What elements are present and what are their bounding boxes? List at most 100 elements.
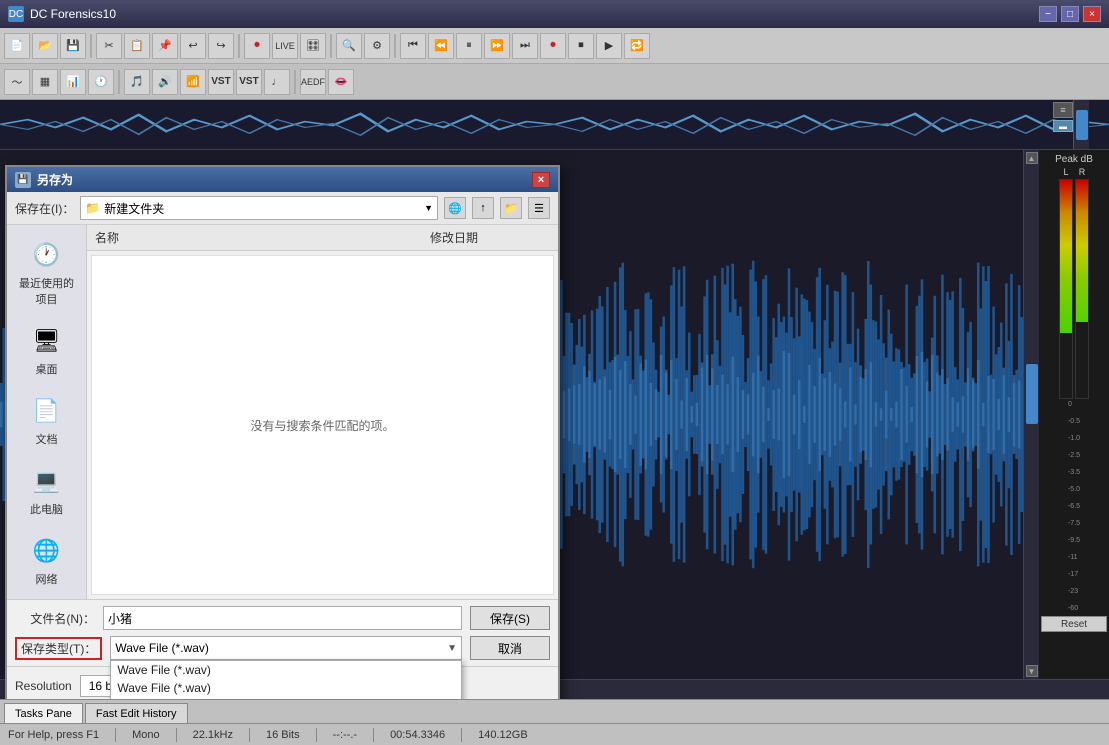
waveform-vscrollbar[interactable]: ▲ ▼ — [1023, 150, 1039, 679]
vu-m95db: -9.5 — [1068, 537, 1080, 544]
cancel-button[interactable]: 取消 — [470, 636, 550, 660]
close-button[interactable]: × — [1083, 6, 1101, 22]
computer-icon: 💻 — [29, 463, 65, 499]
spectrum-btn[interactable]: ▦ — [32, 69, 58, 95]
vu-m65db: -6.5 — [1068, 503, 1080, 510]
waveform-overview: ≡ ▬ — [0, 100, 1109, 150]
waveform-mini-btn[interactable]: ▬ — [1053, 120, 1073, 132]
reset-button[interactable]: Reset — [1041, 616, 1107, 632]
up-btn[interactable]: ↑ — [472, 197, 494, 219]
file-size-text: 140.12GB — [478, 729, 528, 741]
nav-desktop-label: 桌面 — [36, 361, 58, 377]
zoom-in-btn[interactable]: 🔍 — [336, 33, 362, 59]
title-bar: DC DC Forensics10 − □ × — [0, 0, 1109, 28]
filetype-option-1[interactable]: Wave File (*.wav) — [111, 679, 461, 697]
rewind-btn[interactable]: ⏪ — [428, 33, 454, 59]
nav-network-label: 网络 — [36, 571, 58, 587]
filename-input[interactable] — [103, 606, 462, 630]
tab-fast-edit[interactable]: Fast Edit History — [85, 703, 188, 723]
redo-btn[interactable]: ↪ — [208, 33, 234, 59]
midi-btn[interactable]: ♩ — [264, 69, 290, 95]
sep-4 — [394, 34, 396, 58]
vu-r-label: R — [1075, 167, 1089, 177]
filetype-dropdown[interactable]: Wave File (*.wav) ▼ Wave File (*.wav) Wa… — [110, 636, 462, 660]
play-btn[interactable]: ▶ — [596, 33, 622, 59]
overview-thumb — [1076, 110, 1088, 140]
filetype-option-0[interactable]: Wave File (*.wav) — [111, 661, 461, 679]
col-date: 修改日期 — [430, 229, 550, 246]
maximize-button[interactable]: □ — [1061, 6, 1079, 22]
paste-btn[interactable]: 📌 — [152, 33, 178, 59]
filetype-combo[interactable]: Wave File (*.wav) ▼ — [110, 636, 462, 660]
scroll-down-btn[interactable]: ▼ — [1026, 665, 1038, 677]
skip-end-btn[interactable]: ⏭ — [512, 33, 538, 59]
minimize-button[interactable]: − — [1039, 6, 1057, 22]
effects-btn[interactable]: 🎛 — [300, 33, 326, 59]
clock-btn[interactable]: 🕐 — [88, 69, 114, 95]
eq-btn[interactable]: 📊 — [60, 69, 86, 95]
vu-bar-right — [1075, 179, 1089, 399]
open-btn[interactable]: 📂 — [32, 33, 58, 59]
undo-btn[interactable]: ↩ — [180, 33, 206, 59]
location-arrow: ▼ — [424, 203, 433, 213]
vu-0db: 0 — [1068, 401, 1080, 408]
nav-computer-label: 此电脑 — [30, 501, 63, 517]
lips-btn[interactable]: 👄 — [328, 69, 354, 95]
nav-docs[interactable]: 📄 文档 — [13, 389, 81, 451]
status-sep-1 — [115, 728, 116, 742]
vu-lr-labels: L R — [1059, 167, 1089, 177]
stop-btn[interactable]: ⏹ — [568, 33, 594, 59]
status-sep-2 — [176, 728, 177, 742]
vu-bar-left — [1059, 179, 1073, 399]
save-toolbar-btn[interactable]: 💾 — [60, 33, 86, 59]
filetype-row: 保存类型(T)： Wave File (*.wav) ▼ Wave File (… — [15, 636, 550, 660]
duration-text: 00:54.3346 — [390, 729, 445, 741]
vu-scale: 0 -0.5 -1.0 -2.5 -3.5 -5.0 -6.5 -7.5 -9.… — [1068, 401, 1080, 612]
filetype-arrow-icon: ▼ — [447, 643, 457, 654]
copy-btn[interactable]: 📋 — [124, 33, 150, 59]
aedf-btn[interactable]: AEDF — [300, 69, 326, 95]
loop-btn[interactable]: 🔁 — [624, 33, 650, 59]
view-btn[interactable]: ☰ — [528, 197, 550, 219]
tab-tasks-pane[interactable]: Tasks Pane — [4, 703, 83, 723]
pause-btn[interactable]: ⏸ — [456, 33, 482, 59]
cut-btn[interactable]: ✂ — [96, 33, 122, 59]
dialog-files: 名称 修改日期 没有与搜索条件匹配的项。 — [87, 225, 558, 599]
filename-row: 文件名(N)： 保存(S) — [15, 606, 550, 630]
filter-btn[interactable]: 🔊 — [152, 69, 178, 95]
skip-start-btn[interactable]: ⏮ — [400, 33, 426, 59]
status-bar: For Help, press F1 Mono 22.1kHz 16 Bits … — [0, 723, 1109, 745]
web-btn[interactable]: 🌐 — [444, 197, 466, 219]
vu-bars-container — [1059, 179, 1089, 399]
tab-tasks-label: Tasks Pane — [15, 708, 72, 720]
nav-computer[interactable]: 💻 此电脑 — [13, 459, 81, 521]
new-btn[interactable]: 📄 — [4, 33, 30, 59]
file-area: 没有与搜索条件匹配的项。 — [91, 255, 554, 595]
live-btn[interactable]: LIVE — [272, 33, 298, 59]
vu-m50db: -5.0 — [1068, 486, 1080, 493]
rec-btn2[interactable]: ⏺ — [540, 33, 566, 59]
dialog-close-button[interactable]: × — [532, 172, 550, 188]
settings-btn[interactable]: ⚙ — [364, 33, 390, 59]
reset-btn-container: Reset — [1041, 616, 1107, 632]
vst-btn[interactable]: VST — [208, 69, 234, 95]
save-as-dialog: 💾 另存为 × 保存在(I)： 📁 新建文件夹 ▼ 🌐 ↑ 📁 ☰ — [5, 165, 560, 699]
scroll-up-btn[interactable]: ▲ — [1026, 152, 1038, 164]
vu-m75db: -7.5 — [1068, 520, 1080, 527]
vst2-btn[interactable]: VST — [236, 69, 262, 95]
nav-desktop[interactable]: 🖥 桌面 — [13, 319, 81, 381]
filename-label: 文件名(N)： — [15, 610, 95, 627]
new-folder-btn[interactable]: 📁 — [500, 197, 522, 219]
overview-scrollbar[interactable] — [1073, 100, 1089, 150]
gain-btn[interactable]: 📶 — [180, 69, 206, 95]
waveform-expand-btn[interactable]: ≡ — [1053, 102, 1073, 118]
location-combo[interactable]: 📁 新建文件夹 ▼ — [80, 196, 438, 220]
wave-btn[interactable]: 〜 — [4, 69, 30, 95]
nav-network[interactable]: 🌐 网络 — [13, 529, 81, 591]
pitch-btn[interactable]: 🎵 — [124, 69, 150, 95]
filetype-option-2[interactable]: Broadcast Wave (*.wav) — [111, 697, 461, 699]
save-button[interactable]: 保存(S) — [470, 606, 550, 630]
record-btn[interactable]: ⏺ — [244, 33, 270, 59]
fast-fwd-btn[interactable]: ⏩ — [484, 33, 510, 59]
nav-recent[interactable]: 🕐 最近使用的项目 — [13, 233, 81, 311]
